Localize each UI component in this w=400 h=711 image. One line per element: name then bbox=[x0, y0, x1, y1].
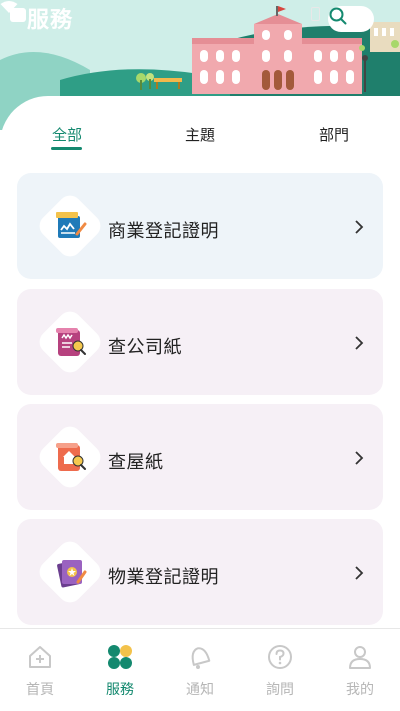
user-icon bbox=[349, 646, 371, 669]
service-icon-frame bbox=[34, 421, 106, 493]
service-card-company-search[interactable]: 查公司紙 bbox=[17, 289, 383, 395]
search-button[interactable] bbox=[328, 6, 374, 32]
nav-label: 詢問 bbox=[266, 682, 294, 698]
chevron-right-icon bbox=[355, 336, 364, 350]
service-label: 查屋紙 bbox=[108, 452, 164, 473]
page-title: 服務 bbox=[27, 8, 74, 33]
service-icon-frame bbox=[34, 190, 106, 262]
search-icon bbox=[329, 7, 347, 25]
tab-departments[interactable]: 部門 bbox=[319, 124, 349, 145]
service-card-property-search[interactable]: 查屋紙 bbox=[17, 404, 383, 510]
service-label: 物業登記證明 bbox=[108, 567, 219, 588]
chevron-right-icon bbox=[355, 451, 364, 465]
property-registration-icon bbox=[57, 560, 87, 588]
company-document-search-icon bbox=[56, 328, 86, 356]
nav-label: 首頁 bbox=[26, 682, 54, 698]
nav-item-home[interactable]: 首頁 bbox=[10, 629, 70, 711]
business-registration-icon bbox=[56, 212, 87, 238]
nav-label: 服務 bbox=[106, 682, 134, 698]
property-document-search-icon bbox=[56, 443, 86, 471]
chevron-right-icon bbox=[355, 566, 364, 580]
battery-icon bbox=[311, 7, 320, 21]
service-icon-frame bbox=[34, 306, 106, 378]
chevron-right-icon bbox=[355, 220, 364, 234]
nav-item-notifications[interactable]: 通知 bbox=[170, 629, 230, 711]
service-label: 商業登記證明 bbox=[108, 221, 219, 242]
tab-all[interactable]: 全部 bbox=[52, 124, 82, 145]
service-label: 查公司紙 bbox=[108, 337, 182, 358]
wifi-icon bbox=[0, 1, 18, 13]
service-card-business-registration[interactable]: 商業登記證明 bbox=[17, 173, 383, 279]
bottom-navigation: 首頁 服務 通知 詢問 我的 bbox=[0, 628, 400, 711]
nav-label: 通知 bbox=[186, 682, 214, 698]
nav-item-enquiry[interactable]: 詢問 bbox=[250, 629, 310, 711]
question-icon bbox=[268, 645, 292, 669]
nav-item-services[interactable]: 服務 bbox=[90, 629, 150, 711]
home-icon bbox=[29, 646, 51, 668]
tab-topics[interactable]: 主題 bbox=[185, 124, 215, 145]
nav-label: 我的 bbox=[346, 682, 374, 698]
services-icon bbox=[108, 645, 132, 669]
active-tab-indicator bbox=[51, 147, 82, 150]
bell-icon bbox=[191, 647, 211, 669]
service-icon-frame bbox=[34, 536, 106, 608]
service-card-property-registration[interactable]: 物業登記證明 bbox=[17, 519, 383, 625]
nav-item-profile[interactable]: 我的 bbox=[330, 629, 390, 711]
